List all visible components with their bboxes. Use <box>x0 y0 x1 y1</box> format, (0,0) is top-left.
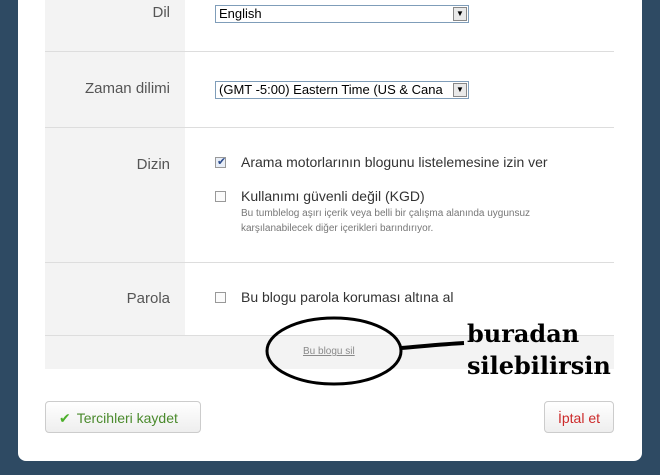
save-preferences-button[interactable]: ✔ Tercihleri kaydet <box>45 401 201 433</box>
index-row: Dizin ✔ Arama motorlarının blogunu liste… <box>45 128 614 262</box>
index-label: Dizin <box>136 156 170 173</box>
dropdown-arrow-icon[interactable]: ▼ <box>453 7 467 21</box>
language-row: Dil English ▼ <box>45 0 614 51</box>
language-value-area: English ▼ <box>185 0 614 51</box>
annotation-text: buradan silebilirsin <box>467 319 611 380</box>
nsfw-description: Bu tumblelog aşırı içerik veya belli bir… <box>241 208 531 234</box>
save-button-label: Tercihleri kaydet <box>76 410 178 426</box>
timezone-row: Zaman dilimi (GMT -5:00) Eastern Time (U… <box>45 52 614 127</box>
dropdown-arrow-icon[interactable]: ▼ <box>453 83 467 97</box>
search-engines-label: Arama motorlarının blogunu listelemesine… <box>241 154 548 170</box>
search-engines-checkbox[interactable]: ✔ <box>215 156 227 168</box>
delete-blog-link[interactable]: Bu blogu sil <box>303 346 355 357</box>
language-selected: English <box>219 6 262 21</box>
cancel-button[interactable]: İptal et <box>544 401 614 433</box>
language-label: Dil <box>152 4 171 21</box>
password-label: Parola <box>126 290 170 307</box>
password-protect-label: Bu blogu parola koruması altına al <box>241 289 454 305</box>
index-value-area: ✔ Arama motorlarının blogunu listelemesi… <box>185 128 614 262</box>
timezone-label: Zaman dilimi <box>84 80 170 97</box>
nsfw-label: Kullanımı güvenli değil (KGD) <box>241 188 425 204</box>
timezone-select[interactable]: (GMT -5:00) Eastern Time (US & Cana ▼ <box>215 81 469 99</box>
password-protect-checkbox[interactable] <box>215 292 226 303</box>
timezone-selected: (GMT -5:00) Eastern Time (US & Cana <box>219 82 443 97</box>
blog-settings-form: Dil English ▼ Zaman dilimi (GMT -5:00) E… <box>45 0 614 369</box>
timezone-value-area: (GMT -5:00) Eastern Time (US & Cana ▼ <box>185 52 614 127</box>
nsfw-checkbox[interactable] <box>215 191 226 202</box>
checkmark-icon: ✔ <box>59 410 71 426</box>
language-select[interactable]: English ▼ <box>215 5 469 23</box>
checkmark-icon: ✔ <box>217 156 227 168</box>
